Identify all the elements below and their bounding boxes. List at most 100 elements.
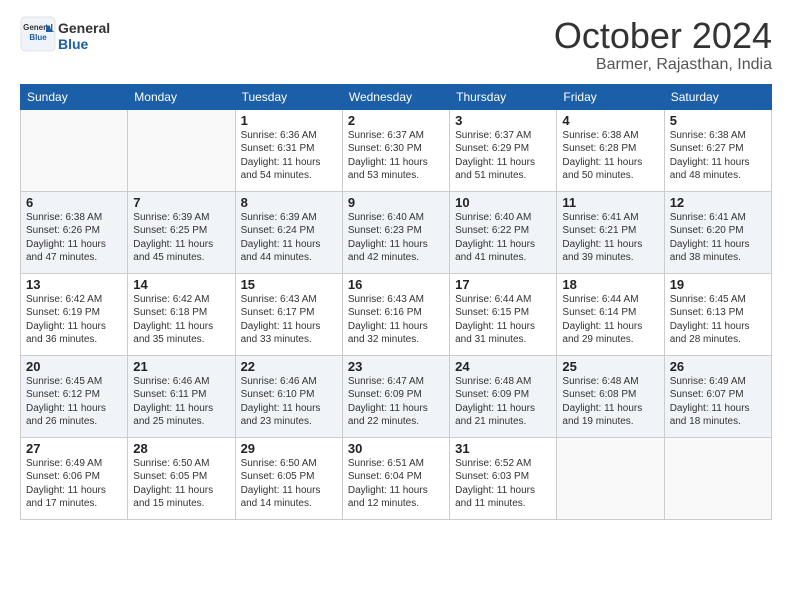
logo-icon: General Blue bbox=[20, 16, 56, 52]
col-monday: Monday bbox=[128, 84, 235, 109]
calendar-cell: 12Sunrise: 6:41 AM Sunset: 6:20 PM Dayli… bbox=[664, 191, 771, 273]
day-number: 18 bbox=[562, 277, 658, 292]
calendar-cell bbox=[21, 109, 128, 191]
day-number: 16 bbox=[348, 277, 444, 292]
day-number: 10 bbox=[455, 195, 551, 210]
day-info: Sunrise: 6:48 AM Sunset: 6:09 PM Dayligh… bbox=[455, 375, 551, 429]
day-info: Sunrise: 6:39 AM Sunset: 6:24 PM Dayligh… bbox=[241, 211, 337, 265]
day-info: Sunrise: 6:37 AM Sunset: 6:30 PM Dayligh… bbox=[348, 129, 444, 183]
calendar-header-row: Sunday Monday Tuesday Wednesday Thursday… bbox=[21, 84, 772, 109]
day-info: Sunrise: 6:44 AM Sunset: 6:14 PM Dayligh… bbox=[562, 293, 658, 347]
day-number: 6 bbox=[26, 195, 122, 210]
calendar-cell: 30Sunrise: 6:51 AM Sunset: 6:04 PM Dayli… bbox=[342, 437, 449, 519]
page: General Blue General Blue October 2024 B… bbox=[0, 0, 792, 530]
calendar-cell: 9Sunrise: 6:40 AM Sunset: 6:23 PM Daylig… bbox=[342, 191, 449, 273]
calendar-cell: 20Sunrise: 6:45 AM Sunset: 6:12 PM Dayli… bbox=[21, 355, 128, 437]
day-number: 2 bbox=[348, 113, 444, 128]
day-number: 25 bbox=[562, 359, 658, 374]
day-info: Sunrise: 6:39 AM Sunset: 6:25 PM Dayligh… bbox=[133, 211, 229, 265]
day-number: 29 bbox=[241, 441, 337, 456]
day-number: 7 bbox=[133, 195, 229, 210]
day-info: Sunrise: 6:46 AM Sunset: 6:11 PM Dayligh… bbox=[133, 375, 229, 429]
day-number: 23 bbox=[348, 359, 444, 374]
day-number: 20 bbox=[26, 359, 122, 374]
day-number: 17 bbox=[455, 277, 551, 292]
day-info: Sunrise: 6:49 AM Sunset: 6:07 PM Dayligh… bbox=[670, 375, 766, 429]
col-wednesday: Wednesday bbox=[342, 84, 449, 109]
day-number: 22 bbox=[241, 359, 337, 374]
day-number: 24 bbox=[455, 359, 551, 374]
location: Barmer, Rajasthan, India bbox=[554, 56, 772, 74]
calendar-cell: 26Sunrise: 6:49 AM Sunset: 6:07 PM Dayli… bbox=[664, 355, 771, 437]
col-tuesday: Tuesday bbox=[235, 84, 342, 109]
day-info: Sunrise: 6:50 AM Sunset: 6:05 PM Dayligh… bbox=[241, 457, 337, 511]
svg-text:Blue: Blue bbox=[29, 33, 47, 42]
day-info: Sunrise: 6:44 AM Sunset: 6:15 PM Dayligh… bbox=[455, 293, 551, 347]
day-number: 4 bbox=[562, 113, 658, 128]
calendar-table: Sunday Monday Tuesday Wednesday Thursday… bbox=[20, 84, 772, 520]
calendar-cell: 4Sunrise: 6:38 AM Sunset: 6:28 PM Daylig… bbox=[557, 109, 664, 191]
day-info: Sunrise: 6:47 AM Sunset: 6:09 PM Dayligh… bbox=[348, 375, 444, 429]
day-number: 27 bbox=[26, 441, 122, 456]
calendar-cell: 31Sunrise: 6:52 AM Sunset: 6:03 PM Dayli… bbox=[450, 437, 557, 519]
day-info: Sunrise: 6:38 AM Sunset: 6:27 PM Dayligh… bbox=[670, 129, 766, 183]
day-info: Sunrise: 6:52 AM Sunset: 6:03 PM Dayligh… bbox=[455, 457, 551, 511]
day-info: Sunrise: 6:40 AM Sunset: 6:23 PM Dayligh… bbox=[348, 211, 444, 265]
day-number: 8 bbox=[241, 195, 337, 210]
day-number: 26 bbox=[670, 359, 766, 374]
day-number: 15 bbox=[241, 277, 337, 292]
calendar-cell: 27Sunrise: 6:49 AM Sunset: 6:06 PM Dayli… bbox=[21, 437, 128, 519]
day-info: Sunrise: 6:40 AM Sunset: 6:22 PM Dayligh… bbox=[455, 211, 551, 265]
day-info: Sunrise: 6:43 AM Sunset: 6:17 PM Dayligh… bbox=[241, 293, 337, 347]
calendar-week-1: 1Sunrise: 6:36 AM Sunset: 6:31 PM Daylig… bbox=[21, 109, 772, 191]
header: General Blue General Blue October 2024 B… bbox=[20, 16, 772, 74]
day-info: Sunrise: 6:45 AM Sunset: 6:13 PM Dayligh… bbox=[670, 293, 766, 347]
day-info: Sunrise: 6:42 AM Sunset: 6:19 PM Dayligh… bbox=[26, 293, 122, 347]
day-info: Sunrise: 6:41 AM Sunset: 6:20 PM Dayligh… bbox=[670, 211, 766, 265]
logo: General Blue General Blue bbox=[20, 16, 110, 57]
day-info: Sunrise: 6:37 AM Sunset: 6:29 PM Dayligh… bbox=[455, 129, 551, 183]
logo-general-text: General bbox=[58, 21, 110, 36]
calendar-cell bbox=[664, 437, 771, 519]
day-number: 12 bbox=[670, 195, 766, 210]
day-info: Sunrise: 6:46 AM Sunset: 6:10 PM Dayligh… bbox=[241, 375, 337, 429]
day-info: Sunrise: 6:49 AM Sunset: 6:06 PM Dayligh… bbox=[26, 457, 122, 511]
calendar-cell bbox=[557, 437, 664, 519]
calendar-cell: 14Sunrise: 6:42 AM Sunset: 6:18 PM Dayli… bbox=[128, 273, 235, 355]
calendar-cell: 2Sunrise: 6:37 AM Sunset: 6:30 PM Daylig… bbox=[342, 109, 449, 191]
day-info: Sunrise: 6:38 AM Sunset: 6:26 PM Dayligh… bbox=[26, 211, 122, 265]
day-number: 3 bbox=[455, 113, 551, 128]
day-info: Sunrise: 6:41 AM Sunset: 6:21 PM Dayligh… bbox=[562, 211, 658, 265]
calendar-cell: 22Sunrise: 6:46 AM Sunset: 6:10 PM Dayli… bbox=[235, 355, 342, 437]
col-saturday: Saturday bbox=[664, 84, 771, 109]
month-title: October 2024 bbox=[554, 16, 772, 56]
calendar-cell: 21Sunrise: 6:46 AM Sunset: 6:11 PM Dayli… bbox=[128, 355, 235, 437]
calendar-cell: 1Sunrise: 6:36 AM Sunset: 6:31 PM Daylig… bbox=[235, 109, 342, 191]
calendar-cell: 24Sunrise: 6:48 AM Sunset: 6:09 PM Dayli… bbox=[450, 355, 557, 437]
day-info: Sunrise: 6:51 AM Sunset: 6:04 PM Dayligh… bbox=[348, 457, 444, 511]
calendar-cell: 23Sunrise: 6:47 AM Sunset: 6:09 PM Dayli… bbox=[342, 355, 449, 437]
day-info: Sunrise: 6:38 AM Sunset: 6:28 PM Dayligh… bbox=[562, 129, 658, 183]
calendar-cell: 5Sunrise: 6:38 AM Sunset: 6:27 PM Daylig… bbox=[664, 109, 771, 191]
day-info: Sunrise: 6:48 AM Sunset: 6:08 PM Dayligh… bbox=[562, 375, 658, 429]
title-block: October 2024 Barmer, Rajasthan, India bbox=[554, 16, 772, 74]
day-number: 21 bbox=[133, 359, 229, 374]
calendar-cell: 13Sunrise: 6:42 AM Sunset: 6:19 PM Dayli… bbox=[21, 273, 128, 355]
day-info: Sunrise: 6:45 AM Sunset: 6:12 PM Dayligh… bbox=[26, 375, 122, 429]
calendar-cell: 17Sunrise: 6:44 AM Sunset: 6:15 PM Dayli… bbox=[450, 273, 557, 355]
calendar-cell: 10Sunrise: 6:40 AM Sunset: 6:22 PM Dayli… bbox=[450, 191, 557, 273]
calendar-cell: 6Sunrise: 6:38 AM Sunset: 6:26 PM Daylig… bbox=[21, 191, 128, 273]
day-number: 11 bbox=[562, 195, 658, 210]
day-number: 9 bbox=[348, 195, 444, 210]
calendar-cell: 11Sunrise: 6:41 AM Sunset: 6:21 PM Dayli… bbox=[557, 191, 664, 273]
calendar-cell: 3Sunrise: 6:37 AM Sunset: 6:29 PM Daylig… bbox=[450, 109, 557, 191]
day-number: 31 bbox=[455, 441, 551, 456]
calendar-cell: 7Sunrise: 6:39 AM Sunset: 6:25 PM Daylig… bbox=[128, 191, 235, 273]
calendar-cell: 29Sunrise: 6:50 AM Sunset: 6:05 PM Dayli… bbox=[235, 437, 342, 519]
calendar-cell: 18Sunrise: 6:44 AM Sunset: 6:14 PM Dayli… bbox=[557, 273, 664, 355]
calendar-week-2: 6Sunrise: 6:38 AM Sunset: 6:26 PM Daylig… bbox=[21, 191, 772, 273]
calendar-cell: 28Sunrise: 6:50 AM Sunset: 6:05 PM Dayli… bbox=[128, 437, 235, 519]
day-info: Sunrise: 6:43 AM Sunset: 6:16 PM Dayligh… bbox=[348, 293, 444, 347]
calendar-cell bbox=[128, 109, 235, 191]
calendar-cell: 25Sunrise: 6:48 AM Sunset: 6:08 PM Dayli… bbox=[557, 355, 664, 437]
